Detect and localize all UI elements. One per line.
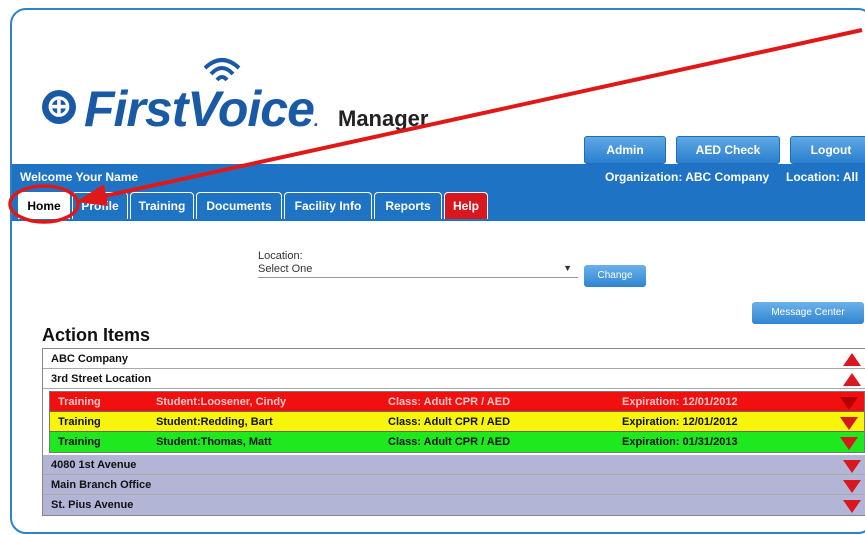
item-student: Student:Redding, Bart [156,416,273,428]
action-items-panel: ABC Company 3rd Street Location Training… [42,348,865,516]
expand-arrow-icon[interactable] [840,397,858,410]
expand-arrow-icon[interactable] [843,460,861,473]
action-item-row[interactable]: Training Student:Loosener, Cindy Class: … [50,392,864,412]
firstvoice-logo: ⊕ FirstVoice. Manager [42,50,462,140]
welcome-text: Welcome Your Name [20,170,139,184]
dropdown-arrow-icon: ▼ [563,263,572,273]
location-select-value: Select One [258,263,313,275]
collapse-arrow-icon[interactable] [843,373,861,386]
location-label: Location: [258,250,303,262]
tab-help[interactable]: Help [444,192,488,219]
organization-text: Organization: ABC Company [605,170,770,184]
item-student: Student:Loosener, Cindy [156,396,287,408]
item-type: Training [58,396,101,408]
app-window: ⊕ FirstVoice. Manager Admin AED Check Lo… [10,8,865,534]
change-location-button[interactable]: Change [584,265,646,287]
item-class: Class: Adult CPR / AED [388,416,511,428]
tab-documents[interactable]: Documents [196,192,282,219]
expand-arrow-icon[interactable] [843,480,861,493]
company-row[interactable]: ABC Company [43,349,865,369]
logo-wordmark: FirstVoice. [84,81,319,137]
item-type: Training [58,416,101,428]
location-name: St. Pius Avenue [51,499,134,511]
tab-training[interactable]: Training [130,192,194,219]
action-item-row[interactable]: Training Student:Redding, Bart Class: Ad… [50,412,864,432]
location-row-4080-1st-avenue[interactable]: 4080 1st Avenue [43,455,865,475]
location-name: 3rd Street Location [51,373,152,385]
logout-button[interactable]: Logout [790,136,865,164]
location-row-st-pius[interactable]: St. Pius Avenue [43,495,865,515]
message-center-button[interactable]: Message Center [752,302,864,324]
item-class: Class: Adult CPR / AED [388,436,511,448]
action-items-title: Action Items [42,325,151,345]
admin-button[interactable]: Admin [584,136,666,164]
location-name: 4080 1st Avenue [51,459,137,471]
expand-arrow-icon[interactable] [840,417,858,430]
action-item-list: Training Student:Loosener, Cindy Class: … [49,391,865,453]
location-select[interactable]: Select One ▼ [258,263,578,278]
tab-profile[interactable]: Profile [72,192,128,219]
item-expiration: Expiration: 01/31/2013 [622,436,738,448]
item-expiration: Expiration: 12/01/2012 [622,416,738,428]
tab-bar: Home Profile Training Documents Facility… [12,189,865,221]
item-student: Student:Thomas, Matt [156,436,272,448]
location-text: Location: All [786,170,859,184]
tab-reports[interactable]: Reports [374,192,442,219]
location-row-main-branch[interactable]: Main Branch Office [43,475,865,495]
item-expiration: Expiration: 12/01/2012 [622,396,738,408]
location-filter: Location: Select One ▼ [258,250,578,278]
collapse-arrow-icon[interactable] [843,353,861,366]
tab-home[interactable]: Home [18,192,70,219]
location-name: Main Branch Office [51,479,152,491]
location-row-3rd-street[interactable]: 3rd Street Location [43,369,865,389]
header-buttons: Admin AED Check Logout [584,136,865,164]
logo-subtitle: Manager [338,106,429,131]
logo-plus-circle-icon: ⊕ [42,90,76,124]
expand-arrow-icon[interactable] [840,437,858,450]
company-name: ABC Company [51,353,129,365]
info-bar: Welcome Your Name Organization: ABC Comp… [12,164,865,189]
action-item-row[interactable]: Training Student:Thomas, Matt Class: Adu… [50,432,864,452]
tab-facility-info[interactable]: Facility Info [284,192,372,219]
expand-arrow-icon[interactable] [843,500,861,513]
item-class: Class: Adult CPR / AED [388,396,511,408]
item-type: Training [58,436,101,448]
aed-check-button[interactable]: AED Check [676,136,780,164]
